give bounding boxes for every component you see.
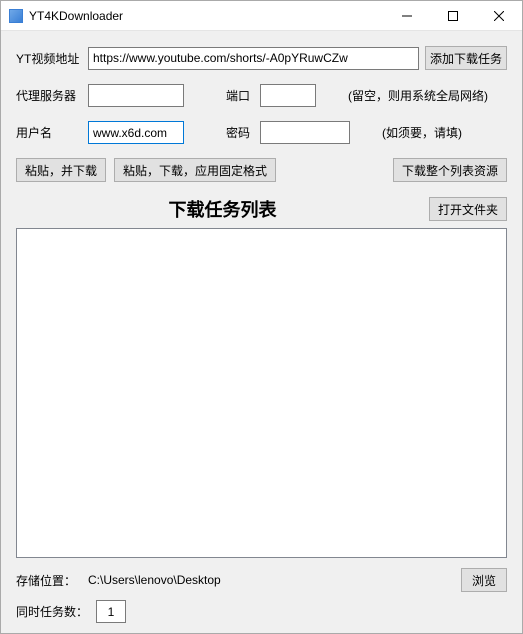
concurrent-input[interactable] [96, 600, 126, 623]
user-input[interactable] [88, 121, 184, 144]
window-controls [384, 1, 522, 30]
titlebar[interactable]: YT4KDownloader [1, 1, 522, 31]
pass-label: 密码 [226, 124, 254, 141]
user-label: 用户名 [16, 124, 82, 141]
user-row: 用户名 密码 (如须要，请填) [16, 121, 507, 144]
proxy-hint: (留空，则用系统全局网络) [348, 87, 488, 104]
content-area: YT视频地址 添加下载任务 代理服务器 端口 (留空，则用系统全局网络) 用户名… [1, 31, 522, 633]
minimize-button[interactable] [384, 1, 430, 30]
storage-path: C:\Users\lenovo\Desktop [88, 573, 455, 587]
paste-download-button[interactable]: 粘贴，并下载 [16, 158, 106, 182]
user-hint: (如须要，请填) [382, 124, 462, 141]
action-row: 粘贴，并下载 粘贴，下载，应用固定格式 下载整个列表资源 [16, 158, 507, 182]
window-title: YT4KDownloader [29, 9, 384, 23]
proxy-row: 代理服务器 端口 (留空，则用系统全局网络) [16, 84, 507, 107]
proxy-input[interactable] [88, 84, 184, 107]
storage-row: 存储位置： C:\Users\lenovo\Desktop 浏览 [16, 568, 507, 592]
storage-label: 存储位置： [16, 572, 82, 589]
add-task-button[interactable]: 添加下载任务 [425, 46, 507, 70]
port-label: 端口 [226, 87, 254, 104]
browse-button[interactable]: 浏览 [461, 568, 507, 592]
open-folder-button[interactable]: 打开文件夹 [429, 197, 507, 221]
pass-input[interactable] [260, 121, 350, 144]
task-list[interactable] [16, 228, 507, 558]
maximize-button[interactable] [430, 1, 476, 30]
port-input[interactable] [260, 84, 316, 107]
heading-row: 下载任务列表 打开文件夹 [16, 196, 507, 222]
close-button[interactable] [476, 1, 522, 30]
concurrent-row: 同时任务数： [16, 600, 507, 623]
concurrent-label: 同时任务数： [16, 603, 88, 620]
paste-download-format-button[interactable]: 粘贴，下载，应用固定格式 [114, 158, 276, 182]
task-list-heading: 下载任务列表 [16, 196, 429, 222]
url-label: YT视频地址 [16, 50, 82, 67]
proxy-label: 代理服务器 [16, 87, 82, 104]
url-input[interactable] [88, 47, 419, 70]
app-window: YT4KDownloader YT视频地址 添加下载任务 代理服务器 端口 [0, 0, 523, 634]
url-row: YT视频地址 添加下载任务 [16, 46, 507, 70]
app-icon [9, 9, 23, 23]
download-list-button[interactable]: 下载整个列表资源 [393, 158, 507, 182]
